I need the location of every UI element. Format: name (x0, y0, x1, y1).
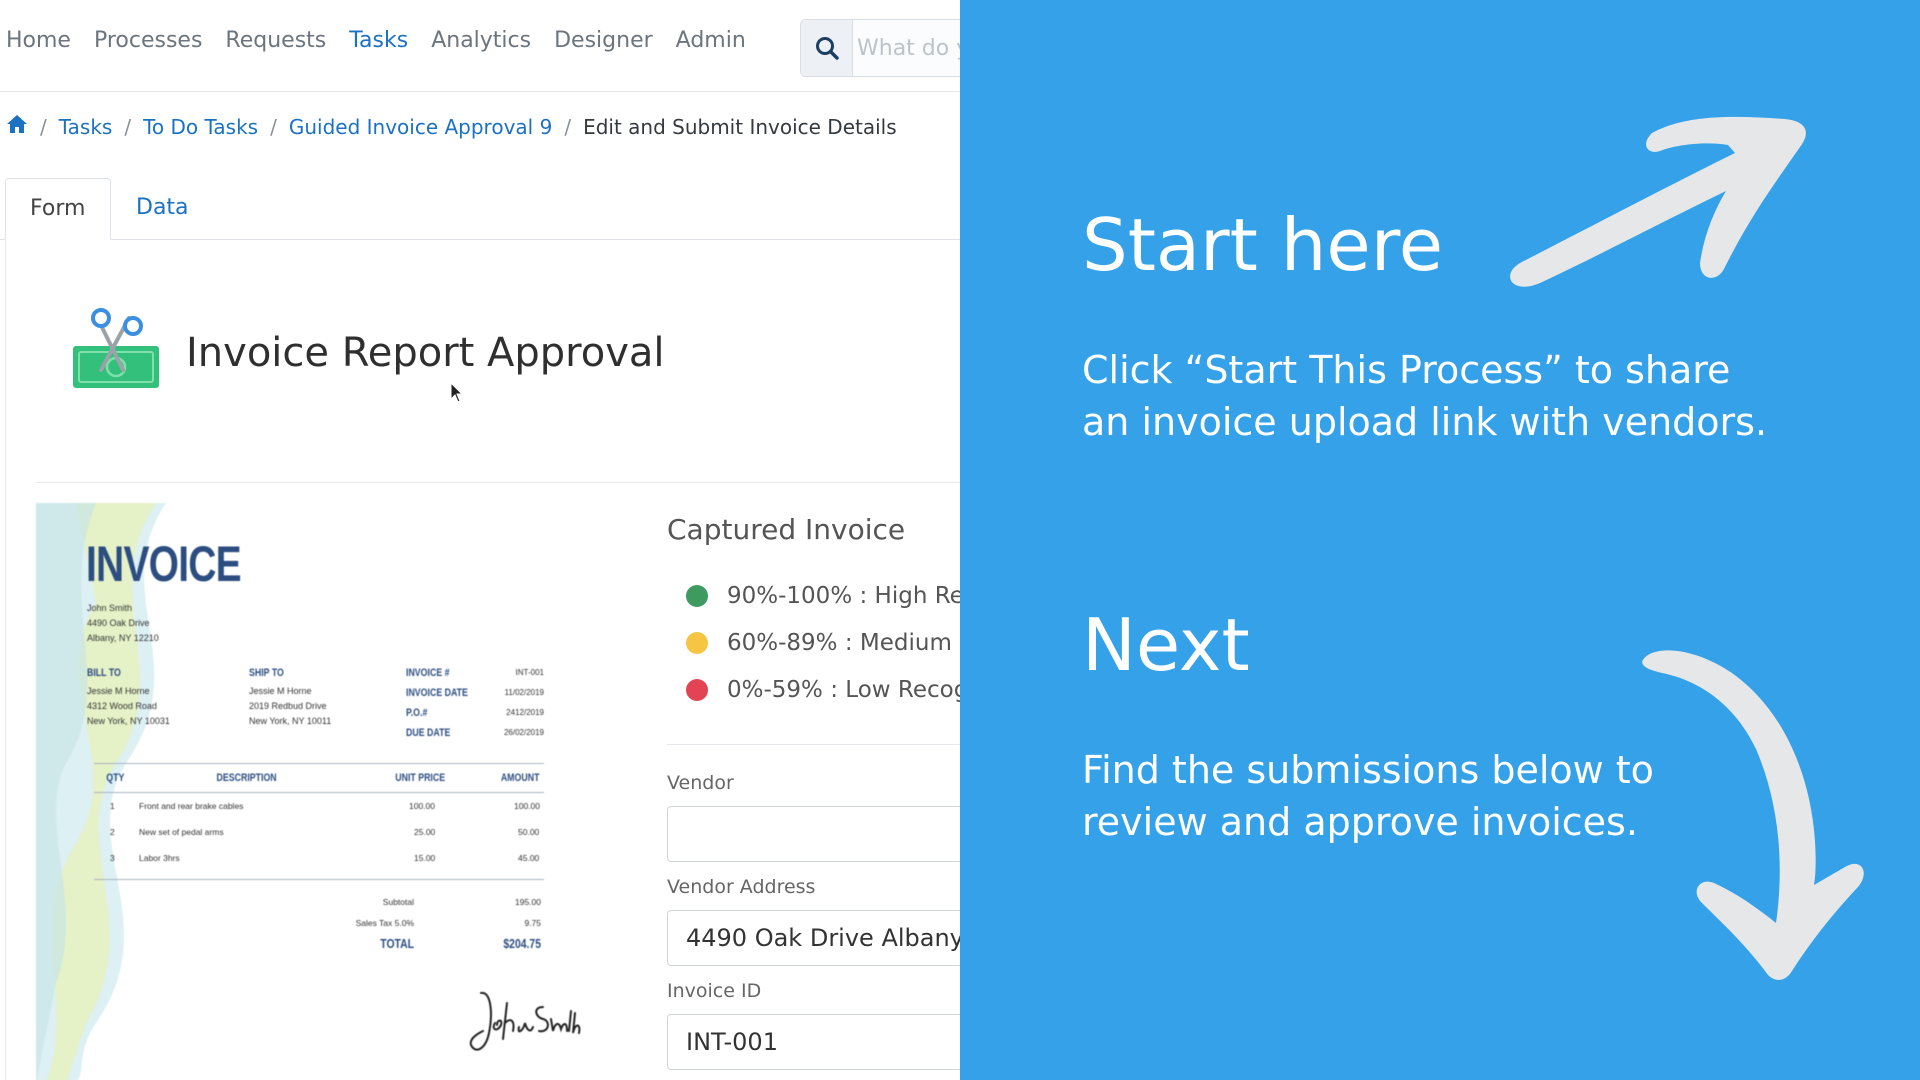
scissors-money-icon (71, 308, 161, 395)
nav-menu: Home Processes Requests Tasks Analytics … (6, 28, 769, 53)
invoice-cell-amount: 100.00 (514, 801, 540, 811)
invoice-meta-label: INVOICE # (406, 667, 450, 679)
start-here-heading: Start here (1082, 203, 1444, 287)
invoice-cell-unit-price: 100.00 (409, 801, 435, 811)
mouse-cursor-icon (450, 381, 464, 409)
tab-form[interactable]: Form (5, 178, 111, 240)
search-input[interactable] (857, 20, 960, 76)
legend-item-high: 90%-100% : High Rec (686, 572, 960, 619)
vendor-field[interactable] (667, 806, 960, 862)
invoice-cell-description: Front and rear brake cables (139, 801, 244, 811)
breadcrumb-separator: / (564, 114, 572, 139)
next-heading: Next (1082, 603, 1250, 687)
invoice-cell-qty: 2 (110, 827, 115, 837)
breadcrumb-tasks[interactable]: Tasks (59, 115, 113, 139)
invoice-row: 2 New set of pedal arms 25.00 50.00 (94, 819, 544, 845)
invoice-ship-to-address: Jessie M Horne 2019 Redbud Drive New Yor… (249, 686, 332, 726)
nav-home[interactable]: Home (6, 28, 71, 53)
invoice-total-label: TOTAL (380, 936, 414, 951)
invoice-cell-description: New set of pedal arms (139, 827, 224, 837)
start-here-text: Click “Start This Process” to share an i… (1082, 348, 1768, 444)
invoice-cell-amount: 45.00 (518, 853, 540, 863)
breadcrumb-current: Edit and Submit Invoice Details (583, 114, 897, 139)
invoice-subtotal-value: 195.00 (515, 897, 541, 907)
invoice-tax-value: 9.75 (524, 918, 541, 928)
legend-label: 90%-100% : High Rec (727, 582, 960, 609)
form-area: Invoice Report Approval INVOICE John Smi… (5, 240, 960, 1080)
captured-invoice-title: Captured Invoice (667, 513, 906, 546)
vendor-address-label: Vendor Address (667, 876, 816, 898)
invoice-ship-to-label: SHIP TO (249, 667, 284, 679)
invoice-col-qty: QTY (106, 772, 125, 784)
invoice-meta-value: 26/02/2019 (503, 728, 544, 737)
nav-analytics[interactable]: Analytics (431, 28, 531, 53)
legend-label: 60%-89% : Medium R (727, 629, 960, 656)
breadcrumb-separator: / (270, 114, 277, 139)
legend-item-medium: 60%-89% : Medium R (686, 619, 960, 666)
invoice-table-header: QTY DESCRIPTION UNIT PRICE AMOUNT (94, 763, 544, 793)
nav-requests[interactable]: Requests (225, 28, 326, 53)
app-screenshot: Home Processes Requests Tasks Analytics … (0, 0, 960, 1080)
breadcrumb-separator: / (40, 114, 47, 139)
invoice-table-rule (94, 879, 544, 880)
invoice-line-items: QTY DESCRIPTION UNIT PRICE AMOUNT 1 Fron… (94, 763, 544, 880)
invoice-row: 1 Front and rear brake cables 100.00 100… (94, 793, 544, 819)
invoice-cell-description: Labor 3hrs (139, 853, 180, 863)
invoice-image: INVOICE John Smith 4490 Oak Drive Albany… (36, 503, 602, 1080)
top-navbar: Home Processes Requests Tasks Analytics … (0, 0, 960, 92)
invoice-meta-value: 11/02/2019 (504, 688, 544, 697)
breadcrumb: / Tasks / To Do Tasks / Guided Invoice A… (6, 114, 897, 139)
nav-tasks[interactable]: Tasks (349, 28, 408, 53)
invoice-id-label: Invoice ID (667, 980, 762, 1002)
yellow-dot-icon (686, 631, 708, 654)
invoice-bill-to-label: BILL TO (87, 667, 121, 679)
nav-designer[interactable]: Designer (554, 28, 653, 53)
invoice-meta-label: P.O.# (406, 707, 428, 719)
divider (36, 482, 960, 483)
invoice-total-value: $204.75 (503, 936, 541, 951)
invoice-row: 3 Labor 3hrs 15.00 45.00 (94, 845, 544, 871)
vendor-label: Vendor (667, 772, 734, 794)
invoice-cell-qty: 3 (110, 853, 115, 863)
invoice-col-amount: AMOUNT (500, 772, 540, 784)
confidence-legend: 90%-100% : High Rec 60%-89% : Medium R 0… (686, 572, 960, 713)
instruction-panel: Start here Click “Start This Process” to… (960, 0, 1920, 1080)
arrow-up-right-icon (1510, 116, 1806, 287)
vendor-address-field[interactable] (667, 910, 960, 966)
home-icon[interactable] (6, 114, 28, 139)
invoice-cell-qty: 1 (110, 801, 115, 811)
invoice-id-field[interactable] (667, 1014, 960, 1070)
invoice-tax-label: Sales Tax 5.0% (355, 918, 414, 928)
search-icon[interactable] (801, 20, 853, 76)
nav-processes[interactable]: Processes (94, 28, 202, 53)
green-dot-icon (686, 584, 708, 607)
nav-admin[interactable]: Admin (676, 28, 746, 53)
breadcrumb-separator: / (124, 114, 132, 139)
invoice-meta-value: 2412/2019 (506, 708, 544, 717)
legend-item-low: 0%-59% : Low Recog (686, 666, 960, 713)
invoice-cell-amount: 50.00 (518, 827, 540, 837)
invoice-col-description: DESCRIPTION (216, 772, 277, 784)
invoice-meta-value: INT-001 (515, 668, 544, 677)
global-search (800, 19, 960, 77)
invoice-meta-label: INVOICE DATE (406, 687, 468, 699)
invoice-from-address: John Smith 4490 Oak Drive Albany, NY 122… (87, 603, 159, 643)
invoice-meta-label: DUE DATE (406, 727, 451, 739)
invoice-cell-unit-price: 25.00 (414, 827, 436, 837)
arrow-down-curved-icon (1642, 650, 1864, 980)
form-tabs: Form Data (0, 178, 960, 240)
divider (667, 744, 960, 745)
form-title: Invoice Report Approval (186, 330, 665, 376)
red-dot-icon (686, 678, 708, 701)
breadcrumb-process[interactable]: Guided Invoice Approval 9 (289, 115, 552, 139)
tab-data[interactable]: Data (112, 178, 213, 240)
invoice-cell-unit-price: 15.00 (414, 853, 436, 863)
invoice-signature (461, 983, 581, 1068)
legend-label: 0%-59% : Low Recog (727, 676, 960, 703)
invoice-col-unit-price: UNIT PRICE (395, 772, 446, 784)
invoice-bill-to-address: Jessie M Horne 4312 Wood Road New York, … (87, 686, 170, 726)
invoice-subtotal-label: Subtotal (382, 897, 414, 907)
breadcrumb-todo-tasks[interactable]: To Do Tasks (143, 115, 258, 139)
invoice-title: INVOICE (86, 536, 242, 592)
